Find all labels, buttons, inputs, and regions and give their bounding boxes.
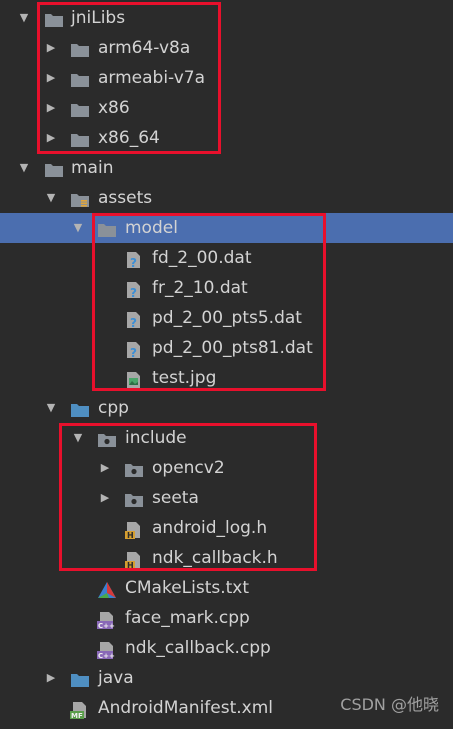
tree-item-main[interactable]: ▼ main [0, 153, 453, 183]
tree-item-label: fd_2_00.dat [152, 248, 252, 268]
unknown-file-icon: ? [124, 309, 144, 330]
tree-item-label: seeta [152, 488, 199, 508]
chevron-down-icon[interactable]: ▼ [17, 3, 31, 33]
chevron-right-icon[interactable]: ▶ [44, 33, 58, 63]
unknown-file-icon: ? [124, 279, 144, 300]
tree-item-label: java [98, 668, 134, 688]
tree-item-x86[interactable]: ▶ x86 [0, 93, 453, 123]
tree-item-label: pd_2_00_pts81.dat [152, 338, 313, 358]
tree-item-label: android_log.h [152, 518, 268, 538]
tree-item-include[interactable]: ▼ include [0, 423, 453, 453]
tree-item-label: x86 [98, 98, 130, 118]
tree-item-label: fr_2_10.dat [152, 278, 248, 298]
tree-item-seeta[interactable]: ▶ seeta [0, 483, 453, 513]
tree-item-test-jpg[interactable]: test.jpg [0, 363, 453, 393]
folder-icon [70, 39, 90, 57]
svg-text:?: ? [130, 316, 137, 329]
h-file-icon: H [124, 549, 144, 570]
tree-item-label: model [125, 218, 178, 238]
tree-item-opencv2[interactable]: ▶ opencv2 [0, 453, 453, 483]
chevron-down-icon[interactable]: ▼ [71, 423, 85, 453]
svg-text:?: ? [130, 286, 137, 299]
tree-item-ndk-callback-cpp[interactable]: C++ ndk_callback.cpp [0, 633, 453, 663]
cpp-file-icon: C++ [97, 609, 117, 630]
folder-package-icon [124, 489, 144, 507]
folder-blue-icon [70, 399, 90, 417]
tree-item-label: cpp [98, 398, 129, 418]
chevron-down-icon[interactable]: ▼ [44, 183, 58, 213]
tree-item-label: x86_64 [98, 128, 160, 148]
chevron-right-icon[interactable]: ▶ [44, 663, 58, 693]
tree-item-label: pd_2_00_pts5.dat [152, 308, 302, 328]
tree-item-pd-2-00-pts5-dat[interactable]: ? pd_2_00_pts5.dat [0, 303, 453, 333]
tree-item-assets[interactable]: ▼ assets [0, 183, 453, 213]
folder-icon [44, 9, 64, 27]
image-file-icon [124, 369, 144, 388]
cpp-file-icon: C++ [97, 639, 117, 660]
svg-text:?: ? [130, 256, 137, 269]
tree-item-cmakelists-txt[interactable]: CMakeLists.txt [0, 573, 453, 603]
chevron-down-icon[interactable]: ▼ [71, 213, 85, 243]
tree-item-label: AndroidManifest.xml [98, 698, 274, 718]
tree-item-label: ndk_callback.cpp [125, 638, 271, 658]
tree-item-android-log-h[interactable]: Handroid_log.h [0, 513, 453, 543]
h-file-icon: H [124, 519, 144, 540]
tree-item-arm64-v8a[interactable]: ▶ arm64-v8a [0, 33, 453, 63]
chevron-right-icon[interactable]: ▶ [44, 63, 58, 93]
folder-icon [70, 129, 90, 147]
svg-text:H: H [127, 561, 134, 569]
tree-item-x86-64[interactable]: ▶ x86_64 [0, 123, 453, 153]
cmake-file-icon [97, 579, 117, 598]
tree-item-label: assets [98, 188, 153, 208]
tree-item-label: arm64-v8a [98, 38, 191, 58]
chevron-right-icon[interactable]: ▶ [44, 93, 58, 123]
svg-text:?: ? [130, 346, 137, 359]
tree-item-ndk-callback-h[interactable]: Hndk_callback.h [0, 543, 453, 573]
tree-item-label: include [125, 428, 187, 448]
tree-item-model[interactable]: ▼ model [0, 213, 453, 243]
watermark: CSDN @他晓 [340, 695, 439, 714]
tree-item-label: test.jpg [152, 368, 217, 388]
tree-item-cpp[interactable]: ▼ cpp [0, 393, 453, 423]
folder-icon [97, 219, 117, 237]
folder-blue-icon [70, 669, 90, 687]
tree-item-label: main [71, 158, 114, 178]
chevron-down-icon[interactable]: ▼ [44, 393, 58, 423]
chevron-right-icon[interactable]: ▶ [98, 453, 112, 483]
folder-icon [70, 99, 90, 117]
tree-item-fd-2-00-dat[interactable]: ? fd_2_00.dat [0, 243, 453, 273]
chevron-down-icon[interactable]: ▼ [17, 153, 31, 183]
tree-item-label: CMakeLists.txt [125, 578, 250, 598]
tree-item-pd-2-00-pts81-dat[interactable]: ? pd_2_00_pts81.dat [0, 333, 453, 363]
tree-item-jnilibs[interactable]: ▼ jniLibs [0, 3, 453, 33]
chevron-right-icon[interactable]: ▶ [44, 123, 58, 153]
folder-package-icon [97, 429, 117, 447]
tree-item-label: armeabi-v7a [98, 68, 206, 88]
folder-icon [44, 159, 64, 177]
svg-text:C++: C++ [98, 652, 115, 659]
tree-item-label: jniLibs [71, 8, 126, 28]
svg-text:C++: C++ [98, 622, 115, 629]
unknown-file-icon: ? [124, 249, 144, 270]
folder-package-icon [124, 459, 144, 477]
folder-icon [70, 69, 90, 87]
tree-item-face-mark-cpp[interactable]: C++ face_mark.cpp [0, 603, 453, 633]
folder-assets-icon [70, 189, 90, 207]
svg-text:H: H [127, 531, 134, 539]
unknown-file-icon: ? [124, 339, 144, 360]
tree-item-label: ndk_callback.h [152, 548, 278, 568]
manifest-file-icon: MF [70, 699, 90, 720]
tree-item-java[interactable]: ▶ java [0, 663, 453, 693]
svg-text:MF: MF [71, 712, 83, 719]
tree-item-label: face_mark.cpp [125, 608, 250, 628]
tree-item-fr-2-10-dat[interactable]: ? fr_2_10.dat [0, 273, 453, 303]
project-tree: ▼ jniLibs ▶ arm64-v8a ▶ armeabi-v7a ▶ x86 ▶ x86_6… [0, 3, 453, 723]
tree-item-label: opencv2 [152, 458, 225, 478]
tree-item-armeabi-v7a[interactable]: ▶ armeabi-v7a [0, 63, 453, 93]
chevron-right-icon[interactable]: ▶ [98, 483, 112, 513]
